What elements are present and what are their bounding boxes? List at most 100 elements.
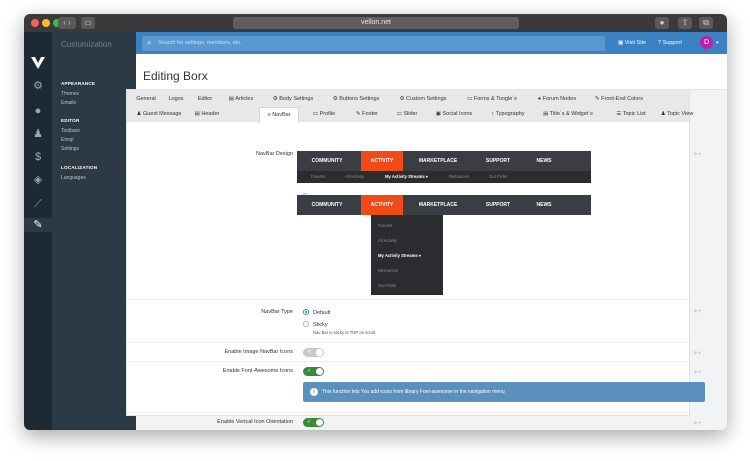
tab-articles-label: Articles bbox=[235, 96, 254, 102]
tab-typography-label: Typography bbox=[495, 111, 525, 117]
tab-front-end-colors[interactable]: ✎ Front-End Colors bbox=[589, 92, 649, 107]
tab-articles[interactable]: ▤ Articles bbox=[221, 92, 261, 107]
chart-icon[interactable]: ⟋ bbox=[31, 197, 45, 211]
subnav-our-picks: Our Picks bbox=[489, 174, 508, 179]
tab-social-icons[interactable]: ▣ Social Icons bbox=[430, 107, 478, 122]
tab-custom-settings[interactable]: ⚙ Custom Settings bbox=[393, 92, 453, 107]
nav2-item-marketplace: MARKETPLACE bbox=[418, 202, 458, 208]
toggle-knob bbox=[316, 368, 323, 375]
tab-logos[interactable]: Logos bbox=[165, 92, 187, 107]
sidebar-item-themes[interactable]: Themes bbox=[61, 91, 79, 97]
info-icon[interactable]: ● bbox=[655, 17, 669, 29]
settings-icon[interactable]: ⚙ bbox=[31, 79, 45, 93]
tab-guest-message-label: Guest Message bbox=[142, 111, 182, 117]
fa-icons-info-text: This function lets You add icons from li… bbox=[322, 389, 505, 395]
tab-editor[interactable]: Editor bbox=[193, 92, 217, 107]
nav-item-community: COMMUNITY bbox=[311, 158, 343, 164]
sidebar-item-emoji[interactable]: Emoji bbox=[61, 137, 74, 143]
support-label: Support bbox=[662, 40, 682, 46]
subnav-forums: Forums bbox=[311, 174, 326, 179]
tab-typography[interactable]: ↕ Typography bbox=[485, 107, 531, 122]
tab-forum-nodes-label: Forum Nodes bbox=[542, 96, 577, 102]
vertical-icons-toggle[interactable]: ✓ bbox=[303, 418, 324, 427]
tab-topic-list[interactable]: ☰ Topic List bbox=[611, 107, 651, 122]
share-icon[interactable]: ⇧ bbox=[678, 17, 692, 29]
user-icon[interactable]: ♟ bbox=[31, 127, 45, 141]
dropdown-my-activity-label: My Activity Streams bbox=[378, 253, 418, 258]
nav2-item-activity: ACTIVITY bbox=[361, 195, 403, 215]
help-badge[interactable]: ⊕ ▾ bbox=[690, 369, 704, 375]
support-link[interactable]: ? Support bbox=[658, 40, 682, 46]
tab-body-settings[interactable]: ⚙ Body Settings bbox=[267, 92, 319, 107]
dollar-icon[interactable]: $ bbox=[31, 150, 45, 164]
tab-topic-view[interactable]: ♟ Topic View bbox=[657, 107, 697, 122]
image-icons-label: Enable Image NavBar Icons bbox=[224, 349, 293, 355]
chat-icon[interactable]: ● bbox=[31, 104, 45, 118]
sidebar-title: Customization bbox=[61, 40, 112, 49]
address-bar[interactable]: vellon.net bbox=[233, 17, 519, 29]
brush-icon[interactable]: ✎ bbox=[24, 218, 52, 232]
navbar-subnav-1: Forums All Activity My Activity Streams … bbox=[297, 171, 591, 183]
navbar-preview-1[interactable]: COMMUNITY ACTIVITY MARKETPLACE SUPPORT N… bbox=[297, 151, 591, 171]
tab-guest-message[interactable]: ♟ Guest Message bbox=[133, 107, 185, 122]
icon-rail: ⚙ ● ♟ $ ◈ ⟋ ✎ ≡ bbox=[24, 32, 52, 430]
back-forward-buttons[interactable]: ‹ › bbox=[58, 17, 76, 29]
help-badge[interactable]: ⊕ ▾ bbox=[690, 151, 704, 157]
tab-body-settings-label: Body Settings bbox=[279, 96, 314, 102]
tab-footer[interactable]: ✎ Footer bbox=[349, 107, 385, 122]
tab-custom-settings-label: Custom Settings bbox=[406, 96, 447, 102]
tabs-overview-icon[interactable]: ⧉ bbox=[699, 17, 713, 29]
help-badge[interactable]: ⊕ ▾ bbox=[690, 420, 704, 426]
tab-topic-view-label: Topic View bbox=[667, 111, 694, 117]
close-window-button[interactable] bbox=[31, 19, 39, 27]
tab-slider[interactable]: ▭ Slider bbox=[390, 107, 424, 122]
subnav-resources: Resources bbox=[449, 174, 470, 179]
fa-icons-toggle[interactable]: ✓ bbox=[303, 367, 324, 376]
navbar-preview-2[interactable]: COMMUNITY ACTIVITY MARKETPLACE SUPPORT N… bbox=[297, 195, 591, 215]
tab-general[interactable]: General bbox=[133, 92, 159, 107]
tab-topic-list-label: Topic List bbox=[622, 111, 646, 117]
tab-buttons-settings-label: Buttons Settings bbox=[339, 96, 380, 102]
minimize-window-button[interactable] bbox=[42, 19, 50, 27]
tab-forms-toggles[interactable]: ▭ Forms & Toogle´s bbox=[460, 92, 524, 107]
help-badge[interactable]: ⊕ ▾ bbox=[690, 308, 704, 314]
sidebar-item-settings[interactable]: Settings bbox=[61, 146, 79, 152]
row-divider bbox=[127, 342, 689, 343]
navbar-type-sticky-radio[interactable] bbox=[303, 321, 309, 327]
help-badge[interactable]: ⊕ ▾ bbox=[690, 350, 704, 356]
nav2-item-news: NEWS bbox=[536, 202, 552, 208]
app-logo[interactable] bbox=[30, 56, 46, 70]
puzzle-icon[interactable]: ◈ bbox=[31, 173, 45, 187]
nav-item-marketplace: MARKETPLACE bbox=[418, 158, 458, 164]
tab-forum-nodes[interactable]: ● Forum Nodes bbox=[531, 92, 583, 107]
sidebar-heading-editor: EDITOR bbox=[61, 118, 80, 123]
avatar[interactable]: D bbox=[700, 36, 713, 49]
settings-panel: General Logos Editor ▤ Articles ⚙ Body S… bbox=[126, 89, 705, 427]
nav2-item-support: SUPPORT bbox=[485, 202, 511, 208]
sidebar-item-languages[interactable]: Languages bbox=[61, 175, 86, 181]
navbar-type-sticky-label: Sticky bbox=[313, 322, 328, 328]
search-input[interactable]: ⌕ Search for settings, members, etc. bbox=[142, 36, 605, 51]
info-circle-icon: i bbox=[310, 388, 318, 396]
page-header: Editing Borx bbox=[136, 54, 727, 90]
sidebar-toggle-icon[interactable]: ▭ bbox=[81, 17, 95, 29]
tab-profile-label: Profile bbox=[319, 111, 336, 117]
tab-header[interactable]: ▤ Header bbox=[189, 107, 225, 122]
subnav-my-activity: My Activity Streams ▾ bbox=[385, 174, 428, 179]
tab-buttons-settings[interactable]: ⚙ Buttons Settings bbox=[325, 92, 387, 107]
tab-navbar[interactable]: ≡ NavBar bbox=[259, 107, 299, 123]
tab-profile[interactable]: ▭ Profile bbox=[305, 107, 343, 122]
image-icons-toggle[interactable]: ✕ bbox=[303, 348, 324, 357]
navbar-design-label: NavBar Design bbox=[256, 151, 293, 157]
navbar-type-default-radio[interactable] bbox=[303, 309, 309, 315]
visit-site-link[interactable]: ▦ Visit Site bbox=[618, 40, 646, 46]
chevron-down-icon[interactable]: ▾ bbox=[716, 40, 719, 46]
navbar-type-sticky-desc: Nav Bar is sticky to TOP on scroll. bbox=[313, 330, 377, 335]
tab-titles-widgets[interactable]: ▤ Title´s & Widget´s bbox=[537, 107, 599, 122]
sidebar-item-toolbars[interactable]: Toolbars bbox=[61, 128, 80, 134]
sidebar-item-emails[interactable]: Emails bbox=[61, 100, 76, 106]
fa-icons-label: Enable Font-Awesome Icons bbox=[222, 368, 293, 374]
dropdown-resources: Resources bbox=[378, 268, 399, 273]
toggle-knob bbox=[316, 419, 323, 426]
dropdown-my-activity: My Activity Streams ▾ bbox=[378, 253, 421, 258]
